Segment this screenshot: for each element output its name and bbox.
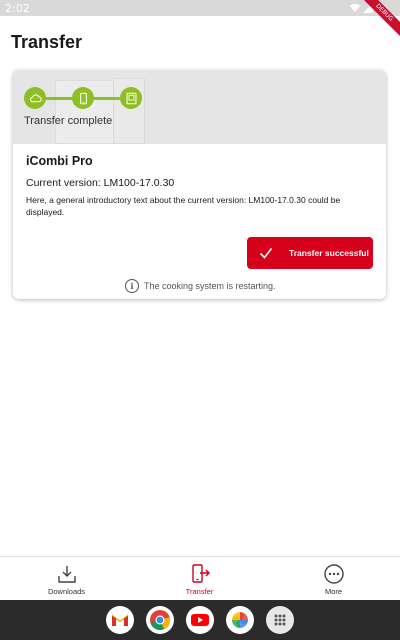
nav-label-more: More <box>324 586 343 596</box>
photos-app[interactable] <box>226 606 254 634</box>
restart-note-text: The cooking system is restarting. <box>144 281 276 291</box>
restart-note: i The cooking system is restarting. <box>125 279 276 293</box>
youtube-icon <box>191 614 209 626</box>
transfer-card: Transfer complete iCombi Pro Current ver… <box>13 70 386 299</box>
product-name: iCombi Pro <box>26 154 93 168</box>
youtube-app[interactable] <box>186 606 214 634</box>
transfer-status-text: Transfer complete <box>24 115 113 127</box>
app-drawer[interactable] <box>266 606 294 634</box>
app-drawer-icon <box>274 614 286 626</box>
transfer-successful-button[interactable]: Transfer successful <box>247 237 373 269</box>
transfer-successful-label: Transfer successful <box>289 248 369 258</box>
step-cooking-system <box>120 87 142 109</box>
chrome-app[interactable] <box>146 606 174 634</box>
status-time: 2:02 <box>5 2 30 15</box>
check-icon <box>259 248 273 259</box>
wifi-icon <box>350 3 360 13</box>
status-bar: 2:02 DEBUG <box>0 0 400 40</box>
gmail-app[interactable] <box>106 606 134 634</box>
system-dock <box>0 600 400 640</box>
info-icon: i <box>125 279 139 293</box>
page-title: Transfer <box>11 32 83 52</box>
cooking-system-icon <box>126 92 136 104</box>
nav-item-more[interactable]: More <box>267 557 400 601</box>
nav-label-transfer: Transfer <box>185 586 214 596</box>
gmail-icon <box>111 614 129 626</box>
version-description: Here, a general introductory text about … <box>26 195 341 217</box>
chrome-icon <box>150 610 171 630</box>
nav-item-transfer[interactable]: Transfer <box>133 557 266 601</box>
mobile-device-icon <box>79 92 87 104</box>
cloud-icon <box>29 93 42 102</box>
nav-label-downloads: Downloads <box>47 586 86 596</box>
download-tray-icon <box>57 565 76 583</box>
photos-icon <box>232 612 248 628</box>
current-version: Current version: LM100-17.0.30 <box>26 177 175 189</box>
more-circle-icon <box>323 563 344 584</box>
bottom-navigation: Downloads Transfer More <box>0 556 400 601</box>
nav-item-downloads[interactable]: Downloads <box>0 557 133 601</box>
transfer-progress-header: Transfer complete <box>13 70 386 144</box>
transfer-device-icon <box>191 563 210 583</box>
step-mobile <box>72 87 94 109</box>
step-cloud <box>24 87 46 109</box>
